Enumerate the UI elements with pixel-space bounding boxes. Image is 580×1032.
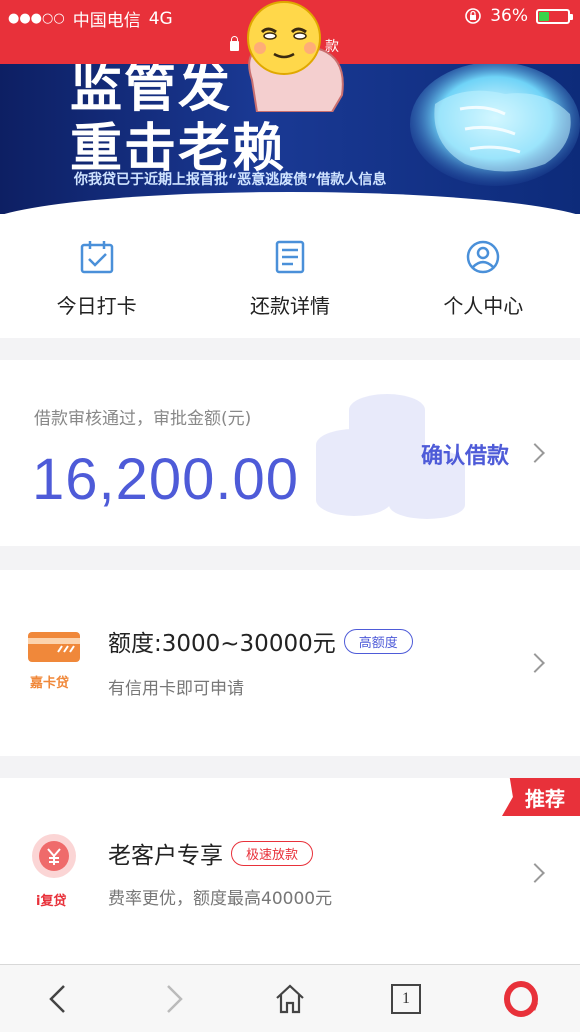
carrier-label: 中国电信: [72, 11, 141, 31]
nav-item-repayment[interactable]: 还款详情: [193, 214, 386, 338]
battery-icon: [536, 8, 573, 24]
product-title: 老客户专享 极速放款: [108, 836, 314, 870]
status-right: 36%: [464, 6, 573, 26]
product-desc: 费率更优，额度最高40000元: [108, 889, 333, 909]
product-card-ifudai[interactable]: 推荐 i复贷 老客户专享 极速放款 费率更优，额度最高40000元: [0, 778, 580, 964]
quick-nav: 今日打卡 还款详情 个人中心: [0, 214, 580, 338]
product-logo-label: i复贷: [36, 894, 67, 909]
nav-label-repayment: 还款详情: [249, 294, 330, 318]
banner-wave: [0, 192, 580, 214]
back-button[interactable]: [38, 979, 78, 1019]
user-icon: [467, 240, 500, 274]
product-title-text: 额度:3000~30000元: [108, 631, 336, 657]
product-tag: 极速放款: [231, 840, 314, 866]
chevron-right-icon: [525, 863, 545, 883]
product-desc: 有信用卡即可申请: [108, 679, 244, 699]
nav-item-checkin[interactable]: 今日打卡: [0, 214, 193, 338]
opera-menu-button[interactable]: [502, 979, 542, 1019]
network-label: 4G: [148, 8, 173, 29]
battery-percent: 36%: [490, 6, 528, 26]
nav-item-profile[interactable]: 个人中心: [387, 214, 580, 338]
rotation-lock-icon: [465, 8, 482, 24]
home-button[interactable]: [270, 979, 310, 1019]
loan-hint: 借款审核通过，审批金额(元): [34, 409, 252, 429]
tabs-button[interactable]: 1: [386, 979, 426, 1019]
forward-button[interactable]: [154, 979, 194, 1019]
calendar-check-icon: [80, 241, 113, 274]
emoji-sticker-icon: [247, 1, 344, 112]
product-tag: 高额度: [343, 628, 413, 654]
opera-logo-icon: [504, 980, 538, 1017]
chevron-right-icon: [525, 443, 545, 463]
loan-approval-card[interactable]: 借款审核通过，审批金额(元) 16,200.00 确认借款: [0, 360, 580, 546]
banner-subtitle: 你我贷已于近期上报首批“恶意逃废债”借款人信息: [74, 172, 387, 188]
home-icon: [276, 984, 304, 1013]
document-icon: [275, 240, 305, 274]
product-card-jiakadai[interactable]: 嘉卡贷 额度:3000~30000元 高额度 有信用卡即可申请: [0, 570, 580, 756]
fist-icon: [410, 64, 580, 186]
loan-amount: 16,200.00: [32, 447, 300, 512]
chevron-right-icon: [525, 653, 545, 673]
chevron-right-icon: [167, 984, 183, 1013]
battery-fill: [539, 11, 550, 21]
product-title-text: 老客户专享: [108, 843, 223, 869]
recommend-badge: 推荐: [502, 778, 580, 816]
product-logo-label: 嘉卡贷: [30, 676, 70, 691]
chevron-left-icon: [49, 984, 65, 1013]
tab-count: 1: [391, 983, 421, 1014]
browser-toolbar: 1: [0, 964, 580, 1032]
confirm-loan-button[interactable]: 确认借款: [421, 438, 509, 470]
product-title: 额度:3000~30000元 高额度: [108, 624, 413, 658]
status-left: ●●●○○ 中国电信 4G: [8, 6, 173, 32]
signal-icon: ●●●○○: [8, 11, 65, 26]
nav-label-profile: 个人中心: [443, 294, 524, 318]
nav-label-checkin: 今日打卡: [56, 294, 137, 318]
